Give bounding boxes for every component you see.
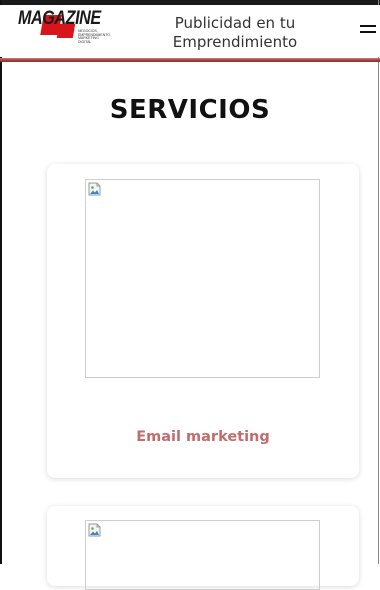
logo-tagline: NEGOCIOS, EMPRENDIMIENTO, MARKETING DIGI… xyxy=(78,29,111,44)
service-card[interactable] xyxy=(47,506,359,590)
service-image xyxy=(85,520,320,590)
header-title[interactable]: Publicidad en tu Emprendimiento xyxy=(150,14,320,52)
service-image xyxy=(85,179,320,378)
header-divider xyxy=(0,58,380,62)
header-title-line-1: Publicidad en tu xyxy=(174,14,296,32)
window-right-edge xyxy=(378,0,379,564)
site-header: MAGAZINE NEGOCIOS, EMPRENDIMIENTO, MARKE… xyxy=(0,5,380,57)
service-card-email-marketing[interactable]: Email marketing xyxy=(47,164,359,478)
broken-image-icon xyxy=(88,182,101,196)
broken-image-icon xyxy=(88,523,101,537)
window-left-edge xyxy=(0,0,2,564)
service-label[interactable]: Email marketing xyxy=(47,429,359,445)
logo-wordmark: MAGAZINE xyxy=(18,8,101,29)
section-title: SERVICIOS xyxy=(109,95,271,125)
site-logo[interactable]: MAGAZINE NEGOCIOS, EMPRENDIMIENTO, MARKE… xyxy=(18,8,128,50)
hamburger-icon[interactable] xyxy=(360,25,376,39)
header-title-line-2: Emprendimiento xyxy=(172,33,298,51)
